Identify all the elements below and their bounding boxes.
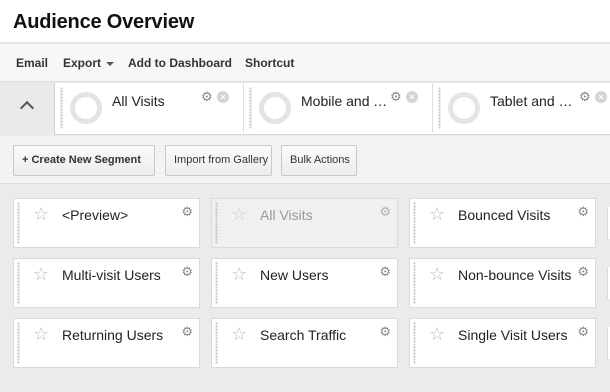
star-icon[interactable]: ☆	[33, 264, 49, 285]
drag-handle[interactable]	[215, 262, 218, 304]
page-header: Audience Overview	[0, 0, 610, 43]
segment-card[interactable]: ☆ Search Traffic ⚙	[211, 318, 398, 368]
selected-segment-chip[interactable]: All Visits ⚙ ×	[56, 83, 244, 133]
drag-handle[interactable]	[60, 87, 63, 129]
gear-icon[interactable]: ⚙	[379, 264, 391, 280]
selected-segment-label: Mobile and Tab...	[301, 93, 391, 109]
gear-icon[interactable]: ⚙	[577, 324, 589, 340]
segment-card: ☆ All Visits ⚙	[211, 198, 398, 248]
drag-handle[interactable]	[17, 322, 20, 364]
gear-icon[interactable]: ⚙	[579, 89, 591, 105]
gear-icon: ⚙	[379, 204, 391, 219]
gear-icon[interactable]: ⚙	[577, 204, 589, 220]
drag-handle[interactable]	[413, 262, 416, 304]
drag-handle[interactable]	[438, 87, 441, 129]
drag-handle[interactable]	[17, 262, 20, 304]
close-icon[interactable]: ×	[217, 91, 229, 103]
drag-handle[interactable]	[413, 202, 416, 244]
star-icon[interactable]: ☆	[33, 204, 49, 225]
gear-icon[interactable]: ⚙	[181, 264, 193, 280]
selected-segments-bar: All Visits ⚙ × Mobile and Tab... ⚙ × Tab…	[0, 83, 610, 135]
segment-label: Returning Users	[62, 327, 164, 343]
export-label: Export	[63, 56, 102, 70]
star-icon: ☆	[231, 204, 248, 224]
segment-card[interactable]: ☆ Multi-visit Users ⚙	[13, 258, 200, 308]
gear-icon[interactable]: ⚙	[577, 264, 589, 280]
gear-icon[interactable]: ⚙	[181, 324, 193, 340]
segment-card[interactable]: ☆ New Users ⚙	[211, 258, 398, 308]
gear-icon[interactable]: ⚙	[390, 89, 402, 105]
selected-segment-chip[interactable]: Tablet and Des... ⚙ ×	[434, 83, 610, 133]
create-new-segment-button[interactable]: + Create New Segment	[13, 145, 155, 176]
segment-donut-icon	[70, 92, 102, 124]
email-button[interactable]: Email	[16, 56, 48, 70]
star-icon[interactable]: ☆	[429, 324, 445, 345]
bulk-actions-button[interactable]: Bulk Actions	[281, 145, 357, 176]
drag-handle	[215, 202, 218, 244]
drag-handle[interactable]	[249, 87, 252, 129]
star-icon[interactable]: ☆	[429, 264, 445, 285]
report-toolbar: Email Export Add to Dashboard Shortcut	[0, 44, 610, 82]
close-icon[interactable]: ×	[406, 91, 418, 103]
segment-card[interactable]: ☆ Returning Users ⚙	[13, 318, 200, 368]
segment-label: Bounced Visits	[458, 207, 551, 223]
segment-card[interactable]: ☆ Bounced Visits ⚙	[409, 198, 596, 248]
star-icon[interactable]: ☆	[429, 204, 445, 225]
segment-label: Multi-visit Users	[62, 267, 161, 283]
segment-label: Non-bounce Visits	[458, 267, 572, 283]
segment-label: New Users	[260, 267, 329, 283]
selected-segment-label: All Visits	[112, 93, 165, 109]
segment-label: All Visits	[260, 207, 313, 223]
star-icon[interactable]: ☆	[231, 324, 247, 345]
selected-segment-chip[interactable]: Mobile and Tab... ⚙ ×	[245, 83, 433, 133]
page-title: Audience Overview	[13, 11, 195, 33]
segment-card[interactable]: ☆ Single Visit Users ⚙	[409, 318, 596, 368]
gear-icon[interactable]: ⚙	[201, 89, 213, 105]
add-to-dashboard-button[interactable]: Add to Dashboard	[128, 56, 232, 70]
star-icon[interactable]: ☆	[231, 264, 247, 285]
selected-segment-label: Tablet and Des...	[490, 93, 580, 109]
close-icon[interactable]: ×	[595, 91, 607, 103]
gear-icon[interactable]: ⚙	[181, 204, 193, 220]
segment-label: <Preview>	[62, 207, 129, 223]
star-icon[interactable]: ☆	[33, 324, 49, 345]
drag-handle[interactable]	[215, 322, 218, 364]
caret-down-icon	[106, 61, 115, 66]
segment-list: ☆ <Preview> ⚙ ☆ All Visits ⚙ ☆ Bounced V…	[0, 185, 610, 392]
segment-card[interactable]: ☆ Non-bounce Visits ⚙	[409, 258, 596, 308]
drag-handle[interactable]	[413, 322, 416, 364]
segment-card[interactable]: ☆ <Preview> ⚙	[13, 198, 200, 248]
chevron-up-icon	[19, 100, 35, 116]
segment-donut-icon	[448, 92, 480, 124]
collapse-segments-button[interactable]	[0, 83, 55, 135]
segment-donut-icon	[259, 92, 291, 124]
segment-label: Search Traffic	[260, 327, 347, 343]
drag-handle[interactable]	[17, 202, 20, 244]
segment-label: Single Visit Users	[458, 327, 568, 343]
segment-actions-bar: + Create New Segment Import from Gallery…	[0, 136, 610, 184]
shortcut-button[interactable]: Shortcut	[245, 56, 294, 70]
export-menu[interactable]: Export	[63, 56, 115, 70]
gear-icon[interactable]: ⚙	[379, 324, 391, 340]
import-from-gallery-button[interactable]: Import from Gallery	[165, 145, 272, 176]
